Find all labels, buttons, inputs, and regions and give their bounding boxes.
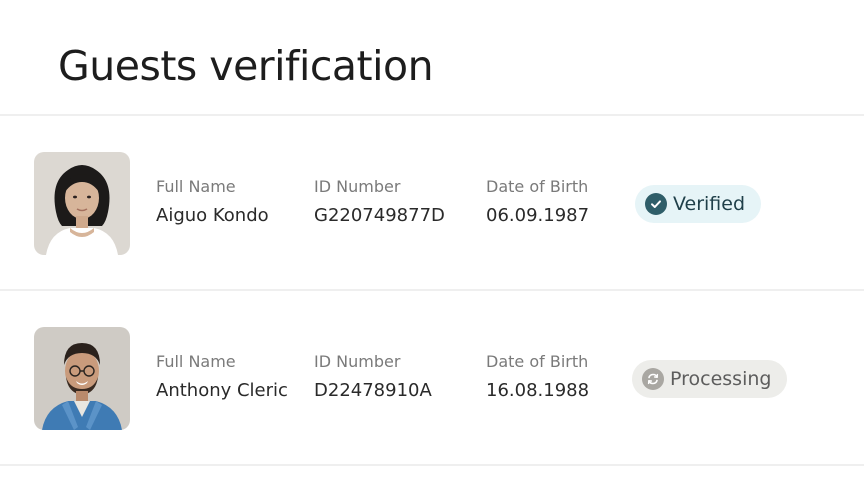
full-name-label: Full Name [156, 352, 236, 371]
status-badge: Processing [632, 360, 788, 398]
date-of-birth-value: 16.08.1988 [486, 380, 590, 401]
avatar [34, 152, 130, 255]
guest-row[interactable]: Full Name Aiguo Kondo ID Number G2207498… [0, 116, 864, 291]
date-of-birth-label: Date of Birth [486, 177, 589, 196]
date-of-birth-field: Date of Birth 16.08.1988 [486, 352, 589, 402]
guest-photo-icon [34, 152, 130, 255]
full-name-value: Anthony Cleric [156, 380, 288, 401]
full-name-field: Full Name Anthony Cleric [156, 352, 288, 402]
refresh-icon [642, 368, 664, 390]
full-name-field: Full Name Aiguo Kondo [156, 177, 269, 227]
id-number-value: G220749877D [314, 205, 445, 226]
id-number-value: D22478910A [314, 380, 432, 401]
guests-verification-card: Guests verification Full Name Aiguo Kond… [0, 0, 864, 504]
id-number-label: ID Number [314, 352, 401, 371]
id-number-field: ID Number G220749877D [314, 177, 445, 227]
status-label: Processing [670, 368, 772, 390]
id-number-label: ID Number [314, 177, 401, 196]
date-of-birth-field: Date of Birth 06.09.1987 [486, 177, 589, 227]
status-label: Verified [673, 193, 746, 215]
avatar [34, 327, 130, 430]
next-row-placeholder [0, 466, 864, 502]
page-title: Guests verification [58, 42, 434, 90]
status-badge: Verified [635, 185, 762, 223]
date-of-birth-value: 06.09.1987 [486, 205, 590, 226]
full-name-label: Full Name [156, 177, 236, 196]
guest-photo-icon [34, 327, 130, 430]
id-number-field: ID Number D22478910A [314, 352, 432, 402]
check-circle-icon [645, 193, 667, 215]
guest-row[interactable]: Full Name Anthony Cleric ID Number D2247… [0, 291, 864, 466]
date-of-birth-label: Date of Birth [486, 352, 589, 371]
header: Guests verification [0, 0, 864, 116]
full-name-value: Aiguo Kondo [156, 205, 269, 226]
